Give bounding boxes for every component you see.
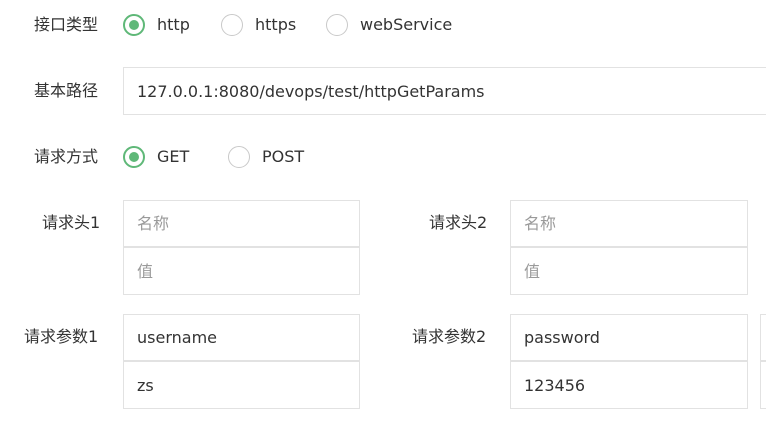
header2-name-input[interactable]	[510, 200, 748, 247]
radio-post-label: POST	[262, 147, 305, 166]
radio-webservice[interactable]: webService	[326, 11, 452, 39]
radio-unchecked-icon	[221, 14, 243, 36]
param1-name-input[interactable]	[123, 314, 360, 361]
header1-name-input[interactable]	[123, 200, 360, 247]
radio-https[interactable]: https	[221, 11, 296, 39]
param2-name-input[interactable]	[510, 314, 748, 361]
radio-get[interactable]: GET	[123, 143, 189, 171]
param2-label: 请求参数2	[412, 327, 487, 346]
radio-get-label: GET	[157, 147, 190, 166]
param2-value-input[interactable]	[510, 361, 748, 409]
base-path-label: 基本路径	[34, 81, 99, 100]
radio-unchecked-icon	[326, 14, 348, 36]
interface-type-label: 接口类型	[34, 15, 99, 34]
radio-checked-icon	[123, 14, 145, 36]
radio-post[interactable]: POST	[228, 143, 304, 171]
param1-label: 请求参数1	[24, 327, 99, 346]
radio-https-label: https	[255, 15, 297, 34]
param3-value-input-partial[interactable]	[760, 361, 766, 409]
radio-webservice-label: webService	[360, 15, 453, 34]
header1-value-input[interactable]	[123, 247, 360, 295]
base-path-input[interactable]	[123, 67, 766, 115]
radio-unchecked-icon	[228, 146, 250, 168]
header2-label: 请求头2	[429, 213, 488, 232]
request-method-label: 请求方式	[34, 147, 99, 166]
param3-name-input-partial[interactable]	[760, 314, 766, 361]
param1-value-input[interactable]	[123, 361, 360, 409]
header2-value-input[interactable]	[510, 247, 748, 295]
radio-checked-icon	[123, 146, 145, 168]
radio-http-label: http	[157, 15, 190, 34]
header1-label: 请求头1	[42, 213, 101, 232]
radio-http[interactable]: http	[123, 11, 190, 39]
request-config-form: 接口类型 http https webService 基本路径 请求方式 GET…	[0, 0, 766, 432]
